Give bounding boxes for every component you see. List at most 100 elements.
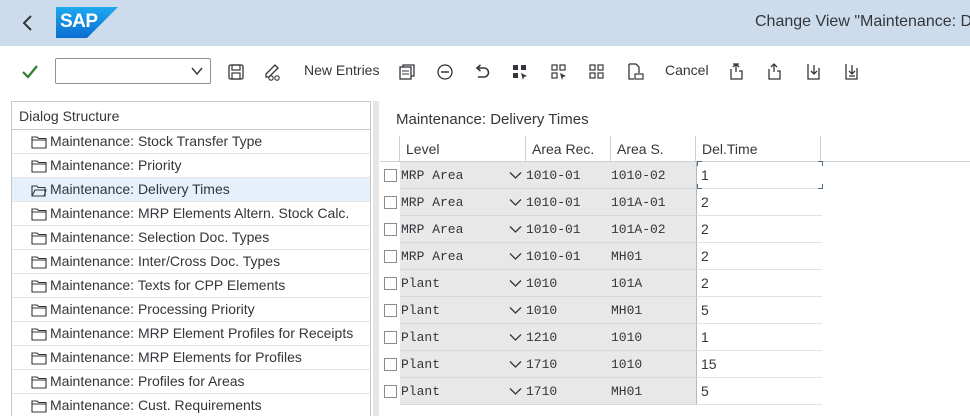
confirm-button[interactable]: [19, 61, 41, 83]
row-selector-cell: [380, 162, 400, 189]
row-select-checkbox[interactable]: [384, 196, 397, 209]
dialog-structure-item-label: Maintenance: Priority: [50, 157, 182, 173]
dialog-structure-item[interactable]: Maintenance: Selection Doc. Types: [12, 226, 370, 250]
dialog-structure-item[interactable]: Maintenance: Stock Transfer Type: [12, 130, 370, 154]
area-s-value: 101A: [611, 276, 643, 291]
focus-corner: [697, 161, 702, 166]
area-rec-cell: 1010-01: [526, 216, 611, 243]
deselect-all-button[interactable]: [586, 61, 608, 83]
del-time-input[interactable]: 2: [696, 189, 822, 216]
area-rec-value: 1010: [526, 276, 558, 291]
undo-icon: [475, 64, 490, 78]
del-time-input[interactable]: 15: [696, 351, 822, 378]
dialog-structure-item[interactable]: Maintenance: Priority: [12, 154, 370, 178]
save-button[interactable]: [225, 61, 247, 83]
dialog-structure-item[interactable]: Maintenance: MRP Elements Altern. Stock …: [12, 202, 370, 226]
level-cell[interactable]: Plant: [400, 351, 526, 378]
previous-page-button[interactable]: [764, 61, 786, 83]
level-value: Plant: [401, 330, 441, 345]
area-s-value: 1010: [611, 357, 643, 372]
area-s-cell: 101A-01: [611, 189, 696, 216]
del-time-input[interactable]: 5: [696, 378, 822, 405]
row-select-checkbox[interactable]: [384, 277, 397, 290]
select-all-button[interactable]: [509, 61, 531, 83]
row-select-checkbox[interactable]: [384, 331, 397, 344]
focus-corner: [818, 161, 823, 166]
dialog-structure-item[interactable]: Maintenance: MRP Elements for Profiles: [12, 346, 370, 370]
dialog-structure-item-label: Maintenance: Profiles for Areas: [50, 373, 245, 389]
chevron-down-icon[interactable]: [509, 225, 522, 234]
del-time-input[interactable]: 1: [696, 324, 822, 351]
dialog-structure-item-label: Maintenance: MRP Element Profiles for Re…: [50, 325, 354, 341]
dialog-structure-item[interactable]: Maintenance: Delivery Times: [12, 178, 370, 202]
dialog-structure-item[interactable]: Maintenance: Profiles for Areas: [12, 370, 370, 394]
command-field[interactable]: [55, 58, 211, 84]
level-cell[interactable]: MRP Area: [400, 189, 526, 216]
chevron-down-icon[interactable]: [509, 279, 522, 288]
chevron-down-icon[interactable]: [509, 252, 522, 261]
splitter[interactable]: [373, 101, 379, 416]
row-select-checkbox[interactable]: [384, 223, 397, 236]
column-header-area-s[interactable]: Area S.: [611, 136, 696, 162]
level-cell[interactable]: MRP Area: [400, 216, 526, 243]
area-s-cell: 1010: [611, 351, 696, 378]
dialog-structure-item[interactable]: Maintenance: Texts for CPP Elements: [12, 274, 370, 298]
dialog-structure-item-label: Maintenance: Inter/Cross Doc. Types: [50, 253, 281, 269]
del-time-input[interactable]: 2: [696, 216, 822, 243]
dialog-structure-item[interactable]: Maintenance: Cust. Requirements: [12, 394, 370, 416]
first-page-button[interactable]: [726, 61, 748, 83]
print-button[interactable]: [624, 61, 646, 83]
cancel-button[interactable]: Cancel: [665, 62, 709, 78]
area-s-value: 1010-02: [611, 168, 666, 183]
area-s-cell: MH01: [611, 243, 696, 270]
row-select-checkbox[interactable]: [384, 358, 397, 371]
column-header-level[interactable]: Level: [400, 136, 526, 162]
sap-logo-text: SAP: [60, 11, 98, 32]
delete-button[interactable]: [434, 61, 456, 83]
chevron-down-icon[interactable]: [509, 333, 522, 342]
del-time-input[interactable]: 2: [696, 270, 822, 297]
next-page-button[interactable]: [802, 61, 824, 83]
new-entries-button[interactable]: New Entries: [304, 62, 379, 78]
copy-as-button[interactable]: [396, 61, 418, 83]
del-time-input[interactable]: 5: [696, 297, 822, 324]
undo-button[interactable]: [471, 61, 493, 83]
area-s-value: 101A-02: [611, 222, 666, 237]
column-header-del-time[interactable]: Del.Time: [696, 136, 821, 162]
back-button[interactable]: [16, 11, 40, 35]
display-change-button[interactable]: [262, 61, 284, 83]
last-page-button[interactable]: [840, 61, 862, 83]
level-cell[interactable]: Plant: [400, 324, 526, 351]
save-icon: [228, 64, 244, 80]
area-s-cell: 1010-02: [611, 162, 696, 189]
chevron-down-icon[interactable]: [509, 198, 522, 207]
chevron-down-icon[interactable]: [509, 360, 522, 369]
level-cell[interactable]: Plant: [400, 297, 526, 324]
del-time-input[interactable]: 2: [696, 243, 822, 270]
select-block-button[interactable]: [548, 61, 570, 83]
chevron-down-icon[interactable]: [509, 171, 522, 180]
shell-header: SAP Change View "Maintenance: D: [0, 0, 970, 46]
row-select-checkbox[interactable]: [384, 250, 397, 263]
row-select-checkbox[interactable]: [384, 304, 397, 317]
level-cell[interactable]: Plant: [400, 270, 526, 297]
area-rec-value: 1010: [526, 303, 558, 318]
level-cell[interactable]: MRP Area: [400, 243, 526, 270]
folder-icon: [31, 255, 47, 272]
dialog-structure-item[interactable]: Maintenance: Inter/Cross Doc. Types: [12, 250, 370, 274]
level-cell[interactable]: Plant: [400, 378, 526, 405]
del-time-input[interactable]: 1: [696, 161, 823, 189]
row-selector-cell: [380, 297, 400, 324]
table-row: Plant 1010 101A 2: [380, 270, 970, 297]
chevron-down-icon[interactable]: [509, 306, 522, 315]
level-cell[interactable]: MRP Area: [400, 162, 526, 189]
dialog-structure-item[interactable]: Maintenance: MRP Element Profiles for Re…: [12, 322, 370, 346]
dialog-structure-item[interactable]: Maintenance: Processing Priority: [12, 298, 370, 322]
chevron-down-icon[interactable]: [509, 387, 522, 396]
folder-icon: [31, 327, 47, 344]
del-time-value: 2: [701, 275, 709, 291]
row-select-checkbox[interactable]: [384, 385, 397, 398]
select-column-header[interactable]: [380, 136, 400, 162]
column-header-area-rec[interactable]: Area Rec.: [526, 136, 611, 162]
row-select-checkbox[interactable]: [384, 169, 397, 182]
